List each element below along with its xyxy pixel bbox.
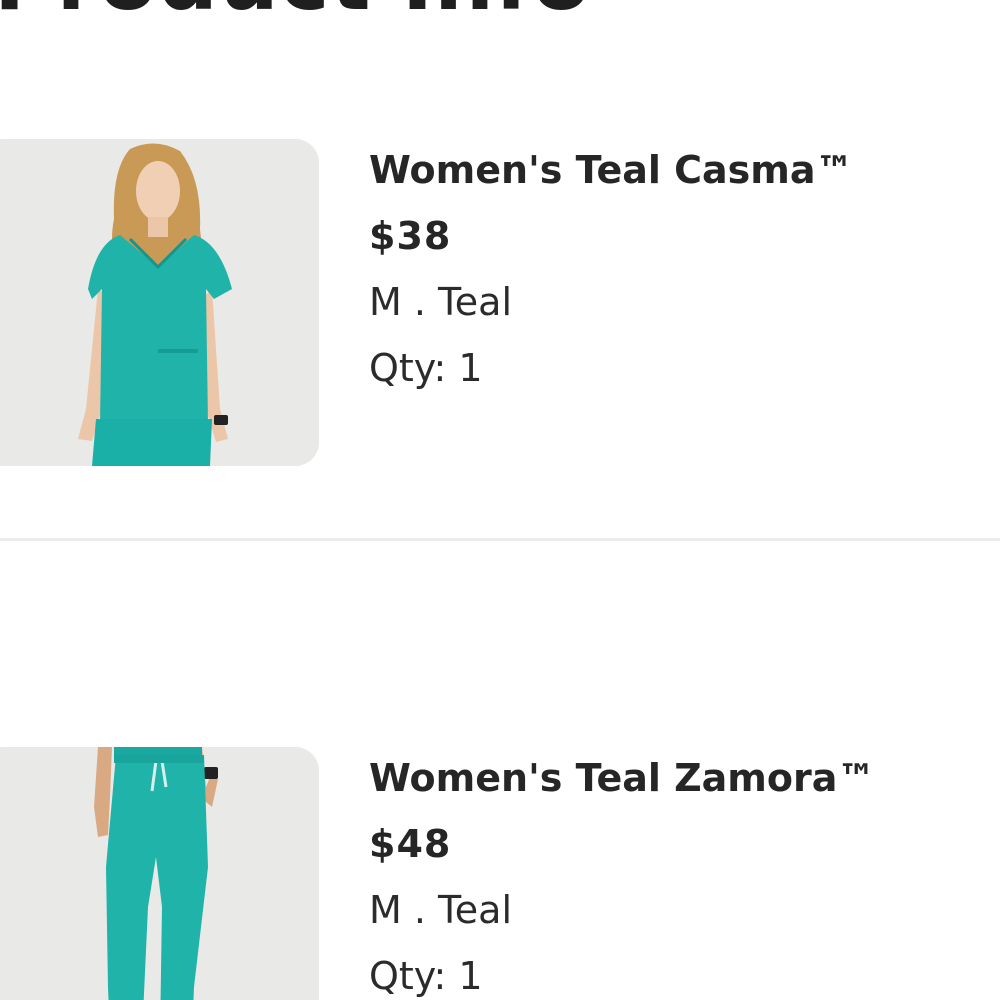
product-name[interactable]: Women's Teal Casma™ <box>369 147 854 193</box>
scrub-top-illustration <box>0 139 319 466</box>
product-image[interactable] <box>0 747 319 1000</box>
product-name[interactable]: Women's Teal Zamora™ <box>369 755 875 801</box>
item-details: Women's Teal Casma™ $38 M . Teal Qty: 1 <box>369 147 854 391</box>
item-divider <box>0 538 1000 541</box>
jogger-pants-illustration <box>0 747 319 1000</box>
product-variant: M . Teal <box>369 280 513 324</box>
item-details: Women's Teal Zamora™ $48 M . Teal Qty: 1 <box>369 755 875 999</box>
product-price: $38 <box>369 214 452 258</box>
product-info-page: Product Info <box>0 0 1000 1000</box>
section-title: Product Info <box>0 0 591 22</box>
cart-item[interactable]: Women's Teal Zamora™ $48 M . Teal Qty: 1 <box>0 747 1000 1000</box>
product-variant: M . Teal <box>369 888 513 932</box>
product-price: $48 <box>369 822 452 866</box>
cart-item[interactable]: Women's Teal Casma™ $38 M . Teal Qty: 1 <box>0 139 1000 469</box>
product-image[interactable] <box>0 139 319 466</box>
product-quantity: Qty: 1 <box>369 954 483 998</box>
product-quantity: Qty: 1 <box>369 346 483 390</box>
